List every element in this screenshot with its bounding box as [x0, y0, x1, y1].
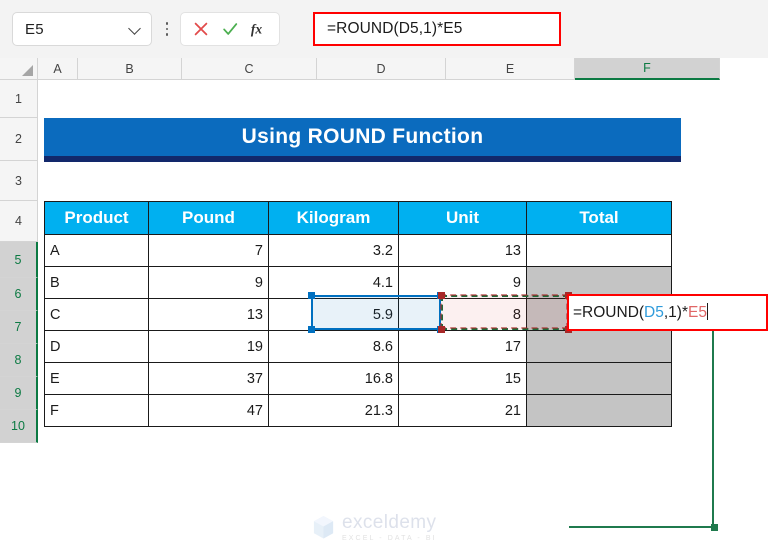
- cell-f10[interactable]: [526, 394, 672, 427]
- cell-c6[interactable]: 9: [148, 266, 269, 299]
- sheet-title-banner: Using ROUND Function: [44, 118, 681, 162]
- watermark-tagline: EXCEL - DATA - BI: [342, 535, 437, 542]
- column-header-product[interactable]: Product: [44, 201, 149, 235]
- formula-ref-e5: E5: [688, 304, 707, 321]
- kebab-menu-icon[interactable]: [159, 22, 175, 36]
- text-caret: [706, 303, 708, 320]
- row-header-9[interactable]: 9: [0, 377, 38, 410]
- column-header-unit[interactable]: Unit: [398, 201, 527, 235]
- column-header-total[interactable]: Total: [526, 201, 672, 235]
- chevron-down-icon[interactable]: [129, 22, 143, 36]
- cell-b9[interactable]: E: [44, 362, 149, 395]
- cell-d8[interactable]: 8.6: [268, 330, 399, 363]
- column-header-d[interactable]: D: [317, 58, 446, 80]
- fill-handle[interactable]: [711, 524, 718, 531]
- table-header-row: Product Pound Kilogram Unit Total: [44, 201, 672, 235]
- exceldemy-cube-logo-icon: [313, 516, 334, 539]
- formula-ref-d5: D5: [644, 304, 664, 321]
- column-header-e[interactable]: E: [446, 58, 575, 80]
- watermark-name: exceldemy: [342, 512, 437, 533]
- exceldemy-watermark: exceldemy EXCEL - DATA - BI: [312, 513, 437, 542]
- cell-b6[interactable]: B: [44, 266, 149, 299]
- table-row: F 47 21.3 21: [44, 394, 672, 427]
- cell-d10[interactable]: 21.3: [268, 394, 399, 427]
- row-header-10[interactable]: 10: [0, 410, 38, 443]
- column-header-kilogram[interactable]: Kilogram: [268, 201, 399, 235]
- insert-function-fx-icon[interactable]: fx: [250, 20, 268, 38]
- column-header-row: A B C D E F: [0, 58, 768, 80]
- cell-editor-f5[interactable]: =ROUND(D5,1)*E5: [567, 294, 768, 331]
- row-header-5[interactable]: 5: [0, 242, 38, 278]
- table-row: E 37 16.8 15: [44, 362, 672, 395]
- column-header-a[interactable]: A: [38, 58, 78, 80]
- row-header-2[interactable]: 2: [0, 118, 38, 161]
- cell-e5[interactable]: 13: [398, 234, 527, 267]
- formula-action-group: fx: [180, 12, 280, 46]
- table-row: A 7 3.2 13: [44, 234, 672, 267]
- cell-b8[interactable]: D: [44, 330, 149, 363]
- table-row: D 19 8.6 17: [44, 330, 672, 363]
- cell-b7[interactable]: C: [44, 298, 149, 331]
- cell-d5[interactable]: 3.2: [268, 234, 399, 267]
- cell-e8[interactable]: 17: [398, 330, 527, 363]
- cell-b10[interactable]: F: [44, 394, 149, 427]
- svg-text:fx: fx: [251, 22, 262, 37]
- column-header-pound[interactable]: Pound: [148, 201, 269, 235]
- name-box-value: E5: [25, 20, 44, 38]
- name-box[interactable]: E5: [12, 12, 152, 46]
- formula-bar: E5 fx =ROUND(D5,1)*E5: [0, 0, 768, 58]
- spreadsheet-grid: A B C D E F 1 2 3 4 5 6 7 8 9 10 Using R…: [0, 58, 768, 542]
- formula-input[interactable]: =ROUND(D5,1)*E5: [313, 12, 561, 46]
- confirm-check-icon[interactable]: [221, 20, 239, 38]
- formula-prefix: =ROUND(: [573, 304, 645, 321]
- cell-c10[interactable]: 47: [148, 394, 269, 427]
- cell-e10[interactable]: 21: [398, 394, 527, 427]
- column-header-f[interactable]: F: [575, 58, 720, 80]
- cell-d7[interactable]: 5.9: [268, 298, 399, 331]
- cell-f5[interactable]: [526, 234, 672, 267]
- cell-c7[interactable]: 13: [148, 298, 269, 331]
- cell-b5[interactable]: A: [44, 234, 149, 267]
- cell-c8[interactable]: 19: [148, 330, 269, 363]
- formula-middle: ,1)*: [663, 304, 688, 321]
- row-header-8[interactable]: 8: [0, 344, 38, 377]
- cell-e7[interactable]: 8: [398, 298, 527, 331]
- cell-f9[interactable]: [526, 362, 672, 395]
- row-header-column: 1 2 3 4 5 6 7 8 9 10: [0, 80, 38, 443]
- row-header-4[interactable]: 4: [0, 201, 38, 242]
- cell-e9[interactable]: 15: [398, 362, 527, 395]
- row-header-6[interactable]: 6: [0, 278, 38, 311]
- cell-e6[interactable]: 9: [398, 266, 527, 299]
- row-header-3[interactable]: 3: [0, 161, 38, 201]
- row-header-1[interactable]: 1: [0, 80, 38, 118]
- cell-d9[interactable]: 16.8: [268, 362, 399, 395]
- cell-f8[interactable]: [526, 330, 672, 363]
- cell-d6[interactable]: 4.1: [268, 266, 399, 299]
- formula-input-value: =ROUND(D5,1)*E5: [327, 20, 463, 37]
- select-all-corner-icon[interactable]: [0, 58, 38, 80]
- cell-editor-text: =ROUND(D5,1)*E5: [573, 303, 708, 322]
- column-header-b[interactable]: B: [78, 58, 182, 80]
- column-header-c[interactable]: C: [182, 58, 317, 80]
- page-title: Using ROUND Function: [241, 125, 484, 148]
- cell-c5[interactable]: 7: [148, 234, 269, 267]
- cell-c9[interactable]: 37: [148, 362, 269, 395]
- cancel-x-icon[interactable]: [192, 20, 210, 38]
- row-header-7[interactable]: 7: [0, 311, 38, 344]
